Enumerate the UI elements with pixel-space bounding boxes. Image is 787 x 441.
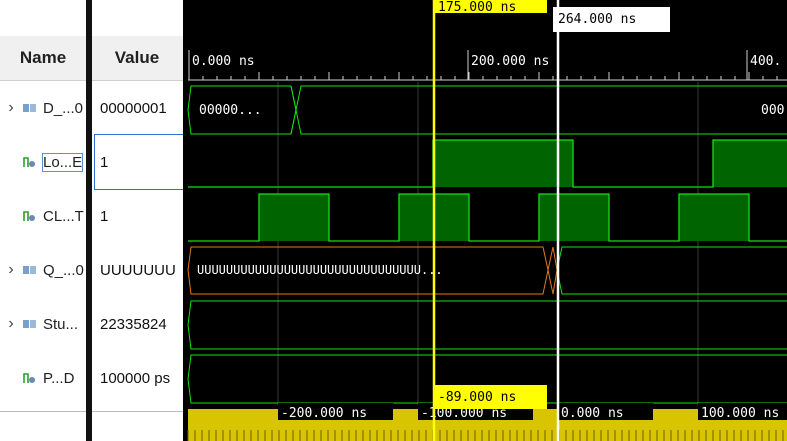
value-column-header[interactable]: Value — [91, 36, 183, 81]
d-bus-value-text: 00000... — [199, 103, 262, 118]
yellow-cursor-label: 175.000 ns — [438, 0, 516, 15]
bus-icon — [22, 318, 40, 330]
bit-icon — [22, 155, 40, 169]
signal-row-3[interactable]: › Q_...0 — [0, 243, 86, 297]
signal-value: 22335824 — [100, 315, 167, 333]
name-column-header[interactable]: Name — [0, 36, 86, 81]
signal-row-2[interactable]: CL...T — [0, 189, 86, 243]
time-label-2: 400. — [750, 54, 781, 69]
bus-icon — [22, 102, 40, 114]
signal-value: 1 — [100, 207, 109, 225]
signal-value: UUUUUUU — [100, 261, 176, 279]
waveform-canvas[interactable]: 0.000 ns 200.000 ns 400. 00000... 000 UU… — [183, 0, 787, 441]
bit-icon — [22, 371, 40, 385]
delta-label: -89.000 ns — [438, 390, 516, 405]
signal-list-panel: Name Value › D_...0 00000001 Lo...E 1 CL… — [0, 0, 184, 441]
signal-name: Lo...E — [41, 152, 84, 172]
column-divider[interactable] — [86, 0, 92, 441]
signal-value-selected: 1 — [94, 134, 184, 190]
chevron-right-icon[interactable]: › — [0, 261, 22, 279]
white-cursor-label: 264.000 ns — [558, 12, 636, 27]
time-label-0: 0.000 ns — [192, 54, 255, 69]
rel-label-0: -200.000 ns — [281, 406, 367, 421]
signal-row-0[interactable]: › D_...0 — [0, 81, 86, 135]
bus-icon — [22, 264, 40, 276]
q-bus-value-text: UUUUUUUUUUUUUUUUUUUUUUUUUUUUUUU... — [197, 263, 443, 277]
signal-name: CL...T — [43, 207, 84, 225]
signal-name: Q_...0 — [43, 261, 84, 279]
chevron-right-icon[interactable]: › — [0, 99, 22, 117]
signal-row-4[interactable]: › Stu... — [0, 297, 86, 351]
signal-value: 100000 ps — [100, 369, 171, 387]
signal-value: 00000001 — [100, 99, 167, 117]
signal-row-1[interactable]: Lo...E — [0, 135, 86, 189]
chevron-right-icon[interactable]: › — [0, 315, 22, 333]
signal-name: P...D — [43, 369, 75, 387]
rel-label-2: 0.000 ns — [561, 406, 624, 421]
rel-label-3: 100.000 ns — [701, 406, 779, 421]
signal-row-5[interactable]: P...D — [0, 351, 86, 405]
d-bus-value-text-right: 000 — [761, 103, 784, 118]
bit-icon — [22, 209, 40, 223]
signal-name: Stu... — [43, 315, 79, 333]
time-label-1: 200.000 ns — [471, 54, 549, 69]
signal-name: D_...0 — [43, 99, 84, 117]
